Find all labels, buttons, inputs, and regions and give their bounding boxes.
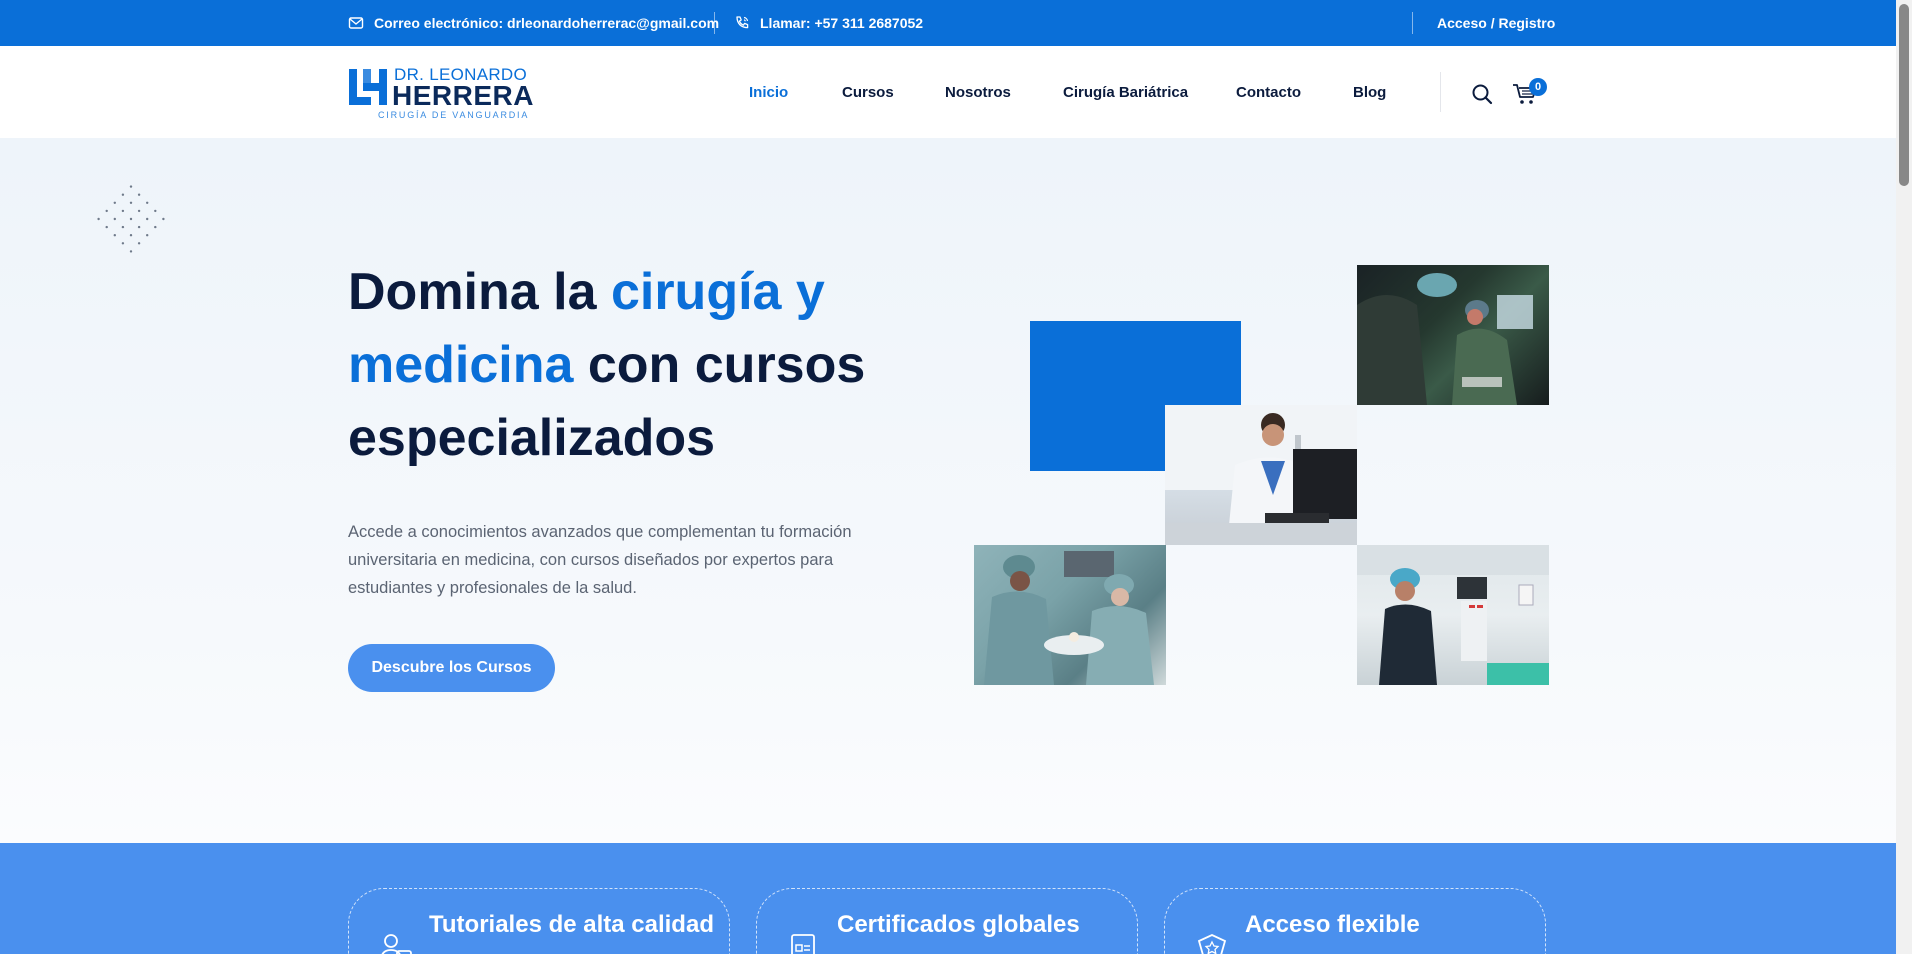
login-register-link[interactable]: Acceso / Registro [1437, 0, 1555, 46]
feature-title: Certificados globales [837, 911, 1080, 938]
phone-icon [736, 16, 749, 29]
nav-item-cirugia-bariatrica[interactable]: Cirugía Bariátrica [1063, 84, 1188, 101]
discover-courses-button[interactable]: Descubre los Cursos [348, 644, 555, 692]
feature-card: Acceso flexible [1164, 888, 1546, 954]
feature-card: Certificados globales [756, 888, 1138, 954]
header-divider [1440, 72, 1441, 112]
top-bar: Correo electrónico: drleonardoherrerac@g… [0, 0, 1896, 46]
hero-description: Accede a conocimientos avanzados que com… [348, 523, 852, 597]
logo-mark-icon [349, 69, 387, 105]
email-contact[interactable]: Correo electrónico: drleonardoherrerac@g… [348, 0, 719, 46]
logo-tagline: CIRUGÍA DE VANGUARDIA [378, 110, 530, 120]
doctor-in-scrubs-photo [1357, 545, 1549, 685]
topbar-divider [714, 12, 715, 34]
site-logo[interactable]: DR. LEONARDO HERRERA CIRUGÍA DE VANGUARD… [348, 62, 533, 122]
nav-item-contacto[interactable]: Contacto [1236, 84, 1301, 101]
feature-title: Tutoriales de alta calidad [429, 911, 714, 938]
hero-title-part1: Domina la [348, 263, 611, 321]
video-tutorial-icon [381, 934, 412, 954]
search-icon[interactable] [1470, 82, 1494, 106]
mail-icon [348, 17, 364, 29]
phone-label: Llamar: +57 311 2687052 [760, 15, 924, 31]
nav-item-cursos[interactable]: Cursos [842, 84, 894, 101]
hero-section: Domina la cirugía y medicina con cursos … [0, 138, 1896, 843]
operating-room-photo [974, 545, 1166, 685]
login-register-label: Acceso / Registro [1437, 15, 1556, 31]
features-band: Tutoriales de alta calidad Certificados … [0, 843, 1896, 954]
cart-count-badge: 0 [1529, 78, 1547, 96]
email-label: Correo electrónico: drleonardoherrerac@g… [374, 15, 720, 31]
doctor-at-computer-photo [1165, 405, 1357, 545]
surgery-team-photo [1357, 265, 1549, 405]
scrollbar-thumb[interactable] [1899, 4, 1909, 186]
logo-text-main: HERRERA [392, 80, 534, 111]
hero-title: Domina la cirugía y medicina con cursos … [348, 256, 888, 475]
phone-contact[interactable]: Llamar: +57 311 2687052 [734, 0, 923, 46]
feature-title: Acceso flexible [1245, 911, 1420, 938]
site-header: DR. LEONARDO HERRERA CIRUGÍA DE VANGUARD… [0, 46, 1896, 138]
dot-pattern-decoration [97, 185, 165, 253]
feature-card: Tutoriales de alta calidad [348, 888, 730, 954]
topbar-divider [1412, 12, 1413, 34]
nav-item-nosotros[interactable]: Nosotros [945, 84, 1011, 101]
award-icon [1197, 934, 1227, 954]
nav-item-inicio[interactable]: Inicio [749, 84, 788, 101]
certificate-icon [791, 934, 815, 954]
nav-item-blog[interactable]: Blog [1353, 84, 1386, 101]
